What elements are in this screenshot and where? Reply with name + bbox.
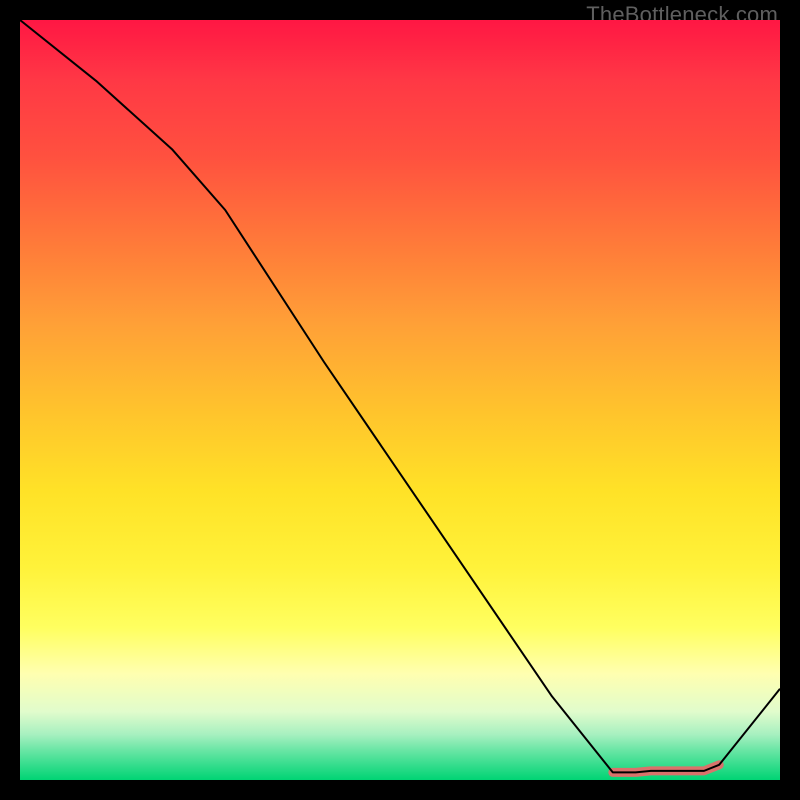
chart-container: TheBottleneck.com (0, 0, 800, 800)
chart-svg (20, 20, 780, 780)
main-curve (20, 20, 780, 772)
plot-area (20, 20, 780, 780)
